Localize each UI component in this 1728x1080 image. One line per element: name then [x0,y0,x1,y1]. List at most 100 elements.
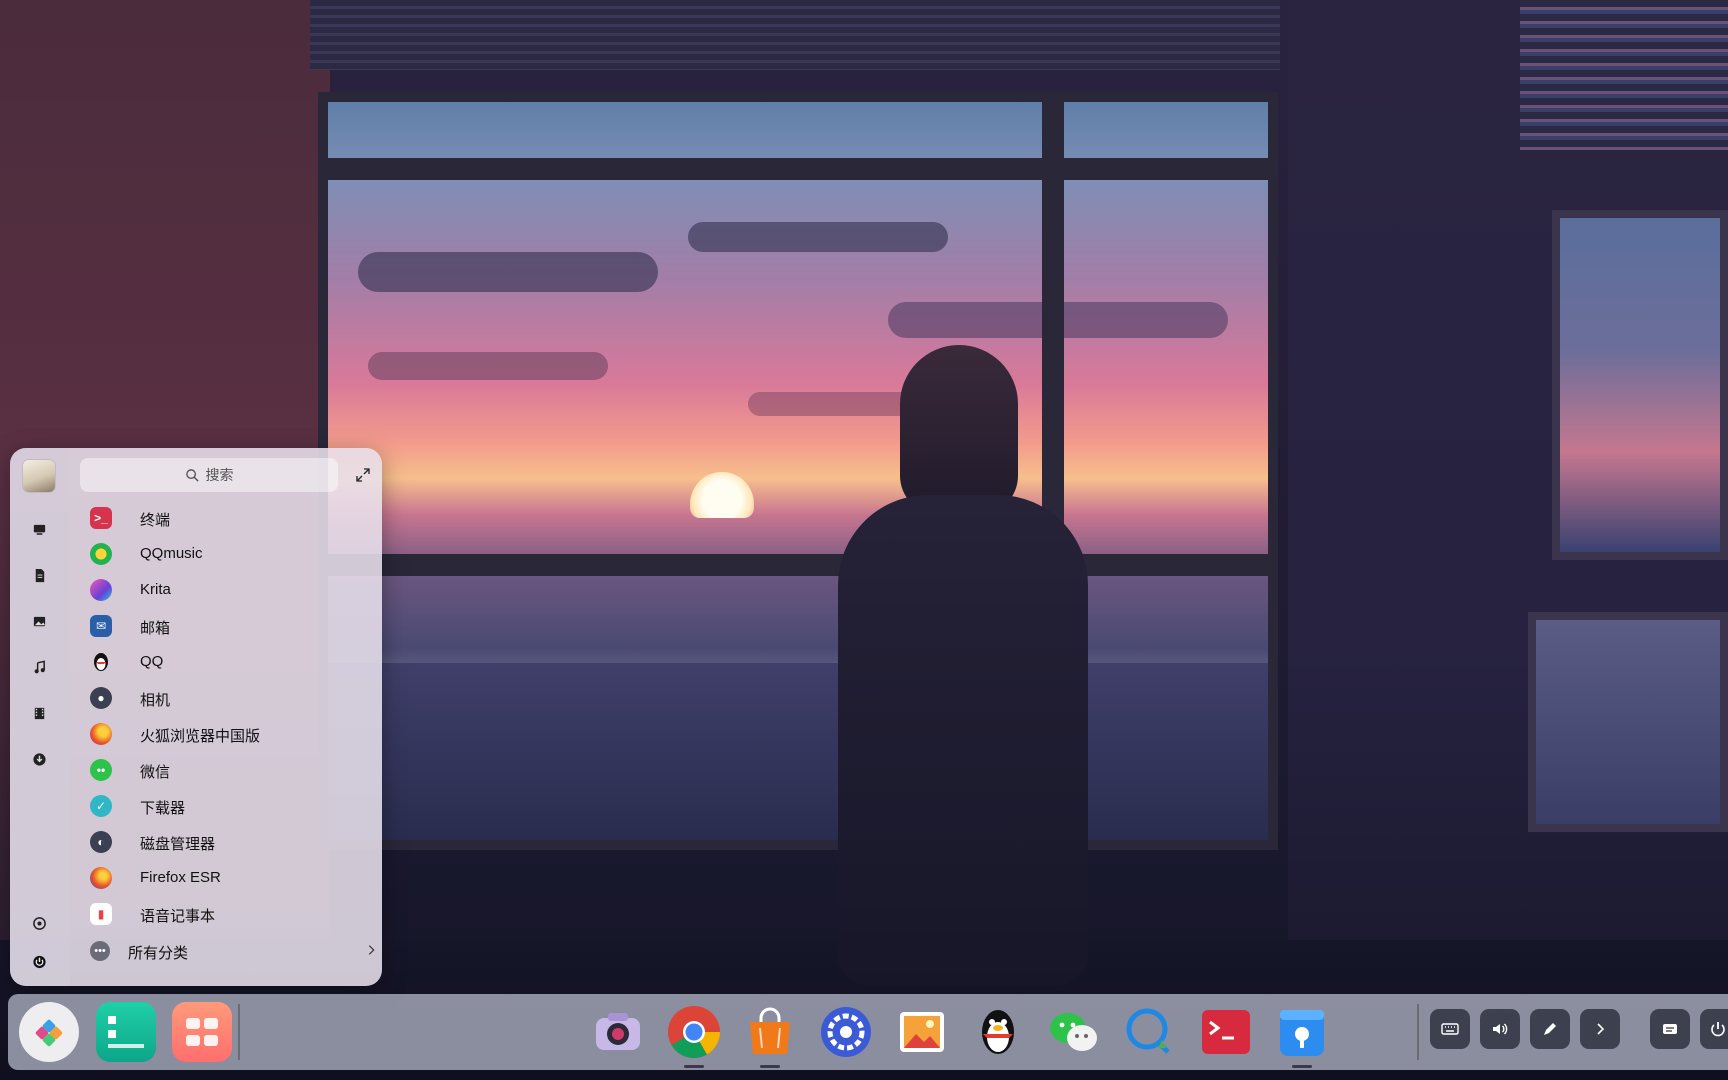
dock-app-screen-capture[interactable] [1272,1002,1332,1068]
app-item-qq[interactable]: QQ [80,644,380,680]
dock-app-camera[interactable] [588,1002,648,1062]
dock-app-wechat[interactable] [1044,1002,1104,1062]
app-list: >_ 终端 QQmusic Krita ✉ 邮箱 QQ ● 相机 火狐浏览器中国… [80,500,380,932]
dock-app-image-viewer[interactable] [892,1002,952,1062]
music-icon[interactable] [26,654,52,680]
wallpaper-blinds-right [1520,0,1728,150]
app-label: QQ [140,653,164,670]
app-label: 终端 [140,512,171,529]
app-item-disk-manager[interactable]: ◐ 磁盘管理器 [80,824,380,860]
qqmusic-icon [90,543,112,565]
firefox-esr-icon [90,867,112,889]
wechat-icon: •• [90,759,112,781]
chat-client-icon [1126,1008,1170,1054]
control-center-icon [821,1007,871,1057]
wallpaper-figure [838,345,1088,985]
qq-penguin-icon [982,1010,1014,1054]
wallpaper-window-right-lower [1528,612,1728,832]
multitask-view-button[interactable] [96,1002,156,1062]
mail-icon: ✉ [90,615,112,637]
expand-icon [356,468,370,482]
all-categories-button[interactable]: ••• 所有分类 [80,934,380,968]
file-manager-icon [186,1018,218,1046]
keyboard-icon [1441,1023,1459,1035]
download-icon[interactable] [26,746,52,772]
app-store-icon [750,1007,790,1054]
wallpaper-window-right [1552,210,1728,560]
chevron-right-icon [368,945,375,955]
app-label: 邮箱 [140,620,171,637]
pen-button[interactable] [1530,1009,1570,1049]
wechat-icon [1050,1013,1097,1051]
multitask-view-icon [108,1016,144,1048]
app-label: Firefox ESR [140,869,221,886]
settings-icon[interactable] [26,910,52,936]
app-label: Krita [140,581,171,598]
all-categories-label: 所有分类 [128,945,189,962]
camera-icon [596,1013,640,1050]
app-item-wechat[interactable]: •• 微信 [80,752,380,788]
power-button[interactable] [1700,1009,1728,1049]
disk-manager-icon: ◐ [90,831,112,853]
power-icon [1711,1022,1725,1037]
power-icon[interactable] [26,948,52,974]
app-item-qqmusic[interactable]: QQmusic [80,536,380,572]
computer-icon[interactable] [26,516,52,542]
running-indicator [760,1065,780,1068]
app-item-firefox-esr[interactable]: Firefox ESR [80,860,380,896]
running-indicator [1292,1065,1312,1068]
file-manager-button[interactable] [172,1002,232,1062]
fullscreen-expand-button[interactable] [352,464,374,486]
terminal-icon [1202,1010,1250,1054]
input-method-button[interactable] [1650,1009,1690,1049]
wallpaper-window [318,92,1278,850]
chrome-icon [668,1006,720,1058]
app-item-camera[interactable]: ● 相机 [80,680,380,716]
wallpaper-sun [690,472,754,518]
app-item-downloader[interactable]: ✓ 下载器 [80,788,380,824]
launcher-sidebar [10,448,70,986]
app-item-mail[interactable]: ✉ 邮箱 [80,608,380,644]
krita-icon [90,579,112,601]
dock-app-chrome[interactable] [664,1002,724,1068]
volume-icon [1493,1023,1508,1035]
dock-divider [1417,1004,1419,1060]
volume-button[interactable] [1480,1009,1520,1049]
picture-icon[interactable] [26,608,52,634]
more-dots-icon: ••• [90,941,110,961]
dock-app-control-center[interactable] [816,1002,876,1062]
running-indicator [684,1065,704,1068]
document-icon[interactable] [26,562,52,588]
dock-app-chat-client[interactable] [1120,1002,1180,1062]
app-item-voice-notes[interactable]: ▮ 语音记事本 [80,896,380,932]
app-label: 微信 [140,764,171,781]
dock-app-qq[interactable] [968,1002,1028,1062]
app-label: QQmusic [140,545,203,562]
camera-icon: ● [90,687,112,709]
terminal-icon: >_ [90,507,112,529]
screen-capture-icon [1280,1010,1324,1056]
app-label: 火狐浏览器中国版 [140,728,261,745]
search-input[interactable]: 搜索 [80,458,338,492]
chevron-right-icon [1597,1023,1605,1035]
tray-expand-button[interactable] [1580,1009,1620,1049]
dock-app-terminal[interactable] [1196,1002,1256,1062]
voice-notes-icon: ▮ [90,903,112,925]
app-item-firefox-cn[interactable]: 火狐浏览器中国版 [80,716,380,752]
video-icon[interactable] [26,700,52,726]
launcher-icon [35,1019,63,1047]
pen-icon [1544,1023,1556,1035]
wallpaper-blinds [310,0,1280,70]
app-label: 下载器 [140,800,186,817]
input-method-icon [1663,1024,1677,1034]
app-item-terminal[interactable]: >_ 终端 [80,500,380,536]
keyboard-button[interactable] [1430,1009,1470,1049]
user-avatar[interactable] [23,460,55,492]
firefox-icon [90,723,112,745]
dock-divider [238,1004,240,1060]
app-item-krita[interactable]: Krita [80,572,380,608]
dock-app-store[interactable] [740,1002,800,1068]
launcher-button[interactable] [19,1002,79,1062]
app-launcher: 搜索 >_ 终端 QQmusic Krita ✉ 邮箱 QQ ● 相机 火狐浏览… [10,448,382,986]
search-placeholder: 搜索 [205,467,234,483]
